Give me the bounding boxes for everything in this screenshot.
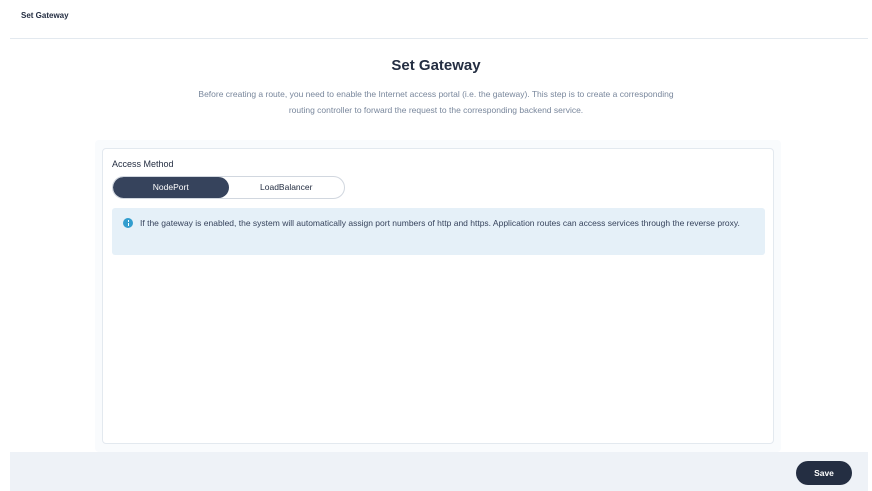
page-footer: Save (10, 452, 868, 491)
access-method-option-nodeport[interactable]: NodePort (113, 177, 229, 198)
form-panel: Access Method NodePort LoadBalancer If t… (102, 148, 774, 444)
header-title: Set Gateway (21, 11, 69, 20)
save-button[interactable]: Save (796, 461, 852, 485)
access-method-switch: NodePort LoadBalancer (112, 176, 345, 199)
page-title: Set Gateway (391, 57, 481, 74)
access-method-label: Access Method (112, 159, 174, 169)
page-description: Before creating a route, you need to ena… (198, 89, 674, 115)
info-circle-icon (123, 218, 133, 228)
set-gateway-page: Set Gateway Set Gateway Before creating … (0, 0, 872, 491)
info-alert: If the gateway is enabled, the system wi… (112, 208, 765, 255)
page-header: Set Gateway (10, 0, 868, 39)
access-method-option-loadbalancer[interactable]: LoadBalancer (229, 177, 345, 198)
info-alert-text: If the gateway is enabled, the system wi… (140, 218, 740, 228)
